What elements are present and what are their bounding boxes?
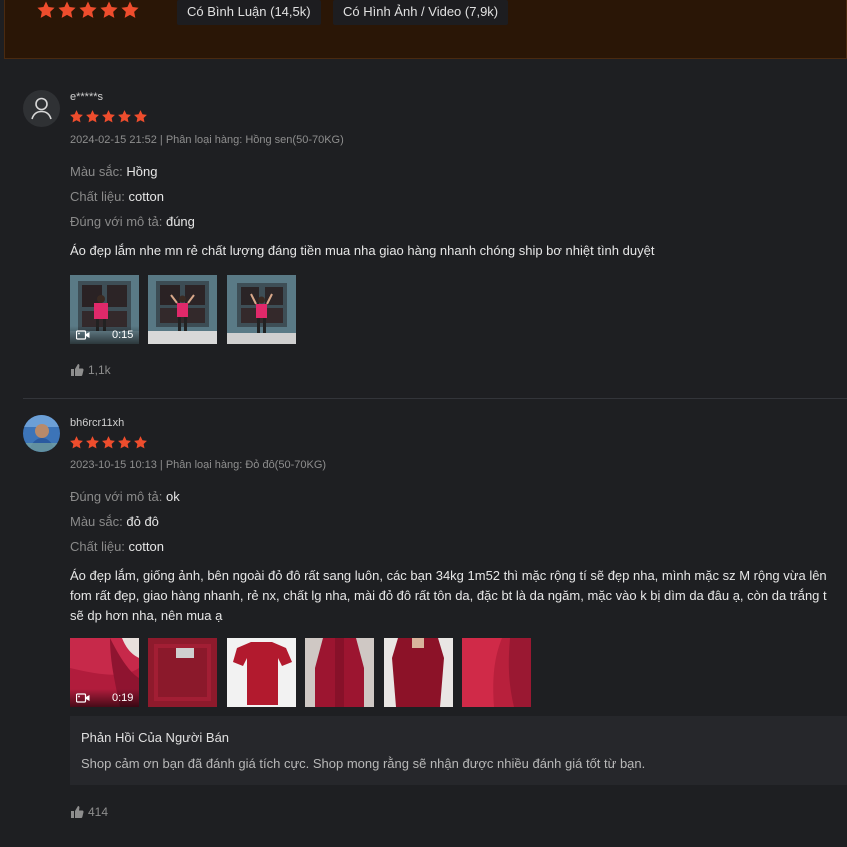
review-rating-stars — [69, 109, 148, 124]
filter-with-comments-button[interactable]: Có Bình Luận (14,5k) — [177, 0, 321, 25]
filter-with-media-button[interactable]: Có Hình Ảnh / Video (7,9k) — [333, 0, 509, 25]
review-photo-thumbnail[interactable] — [148, 275, 217, 344]
review-content: Áo đẹp lắm nhe mn rẻ chất lượng đáng tiề… — [70, 241, 654, 261]
attribute-value: ok — [165, 489, 180, 504]
review-attribute: Màu sắc: Hồng — [70, 164, 157, 179]
review-content-line: sẽ dp hơn nha, nên mua ạ — [70, 608, 223, 623]
attribute-key: Chất liệu: — [70, 189, 125, 204]
thumbs-up-icon — [70, 363, 84, 377]
review-attribute: Đúng với mô tả: đúng — [70, 214, 195, 229]
attribute-key: Màu sắc: — [70, 514, 123, 529]
review-username[interactable]: e*****s — [70, 91, 103, 103]
like-count: 1,1k — [88, 363, 111, 377]
attribute-value: cotton — [128, 539, 164, 554]
star-icon — [85, 435, 100, 450]
rating-filter-bar: Có Bình Luận (14,5k) Có Hình Ảnh / Video… — [4, 0, 847, 59]
star-icon — [120, 0, 140, 20]
seller-reply-title: Phản Hồi Của Người Bán — [81, 730, 230, 745]
star-icon — [99, 0, 119, 20]
avatar[interactable] — [23, 90, 60, 127]
review-photo-thumbnail[interactable] — [227, 638, 296, 707]
star-icon — [57, 0, 77, 20]
star-icon — [85, 109, 100, 124]
photo-image — [148, 638, 217, 707]
user-icon — [31, 97, 52, 120]
review-attribute: Đúng với mô tả: ok — [70, 489, 180, 504]
avatar-image — [23, 415, 60, 452]
review-meta: 2024-02-15 21:52 | Phân loại hàng: Hồng … — [70, 134, 344, 146]
photo-image — [305, 638, 374, 707]
review-content-line: Áo đẹp lắm nhe mn rẻ chất lượng đáng tiề… — [70, 243, 655, 258]
review-attribute: Chất liệu: cotton — [70, 189, 164, 204]
video-duration: 0:15 — [112, 329, 134, 341]
like-count: 414 — [88, 805, 109, 819]
star-icon — [101, 109, 116, 124]
avatar[interactable] — [23, 415, 60, 452]
attribute-key: Màu sắc: — [70, 164, 123, 179]
review-content-line: Áo đẹp lắm, giống ảnh, bên ngoài đỏ đô r… — [70, 568, 827, 583]
review-video-thumbnail[interactable]: 0:19 — [70, 638, 139, 707]
star-icon — [36, 0, 56, 20]
review-rating-stars — [69, 435, 148, 450]
attribute-key: Đúng với mô tả: — [70, 214, 163, 229]
review-photo-thumbnail[interactable] — [148, 638, 217, 707]
video-duration-badge: 0:15 — [70, 326, 139, 344]
star-icon — [117, 109, 132, 124]
video-camera-icon — [76, 693, 90, 703]
review-photo-thumbnail[interactable] — [227, 275, 296, 344]
thumbs-up-icon — [70, 805, 84, 819]
star-icon — [133, 109, 148, 124]
photo-image — [227, 638, 296, 707]
photo-image — [462, 638, 531, 707]
like-button[interactable]: 1,1k — [70, 363, 111, 377]
review-content-line: fom rất đẹp, giao hàng nhanh, rẻ nx, chấ… — [70, 588, 827, 603]
star-icon — [117, 435, 132, 450]
review-photo-thumbnail[interactable] — [462, 638, 531, 707]
attribute-key: Chất liệu: — [70, 539, 125, 554]
seller-reply: Phản Hồi Của Người Bán Shop cảm ơn bạn đ… — [70, 716, 847, 785]
review-photo-thumbnail[interactable] — [305, 638, 374, 707]
review-attribute: Màu sắc: đỏ đô — [70, 514, 159, 529]
review-meta: 2023-10-15 10:13 | Phân loại hàng: Đỏ đô… — [70, 459, 327, 471]
star-icon — [69, 435, 84, 450]
seller-reply-text: Shop cảm ơn bạn đã đánh giá tích cực. Sh… — [81, 756, 646, 771]
star-icon — [101, 435, 116, 450]
divider — [23, 398, 847, 399]
photo-image — [384, 638, 453, 707]
video-duration-badge: 0:19 — [70, 689, 139, 707]
video-duration: 0:19 — [112, 692, 134, 704]
attribute-value: đỏ đô — [126, 514, 159, 529]
photo-image — [148, 275, 217, 344]
review-username[interactable]: bh6rcr11xh — [70, 417, 124, 429]
star-icon — [69, 109, 84, 124]
star-icon — [133, 435, 148, 450]
review-content: Áo đẹp lắm, giống ảnh, bên ngoài đỏ đô r… — [70, 566, 847, 626]
video-camera-icon — [76, 330, 90, 340]
star-icon — [78, 0, 98, 20]
review-attribute: Chất liệu: cotton — [70, 539, 164, 554]
photo-image — [227, 275, 296, 344]
like-button[interactable]: 414 — [70, 805, 108, 819]
attribute-value: đúng — [165, 214, 195, 229]
overall-rating-stars — [36, 0, 140, 20]
attribute-value: Hồng — [126, 164, 158, 179]
attribute-value: cotton — [128, 189, 164, 204]
review-video-thumbnail[interactable]: 0:15 — [70, 275, 139, 344]
attribute-key: Đúng với mô tả: — [70, 489, 163, 504]
review-photo-thumbnail[interactable] — [384, 638, 453, 707]
